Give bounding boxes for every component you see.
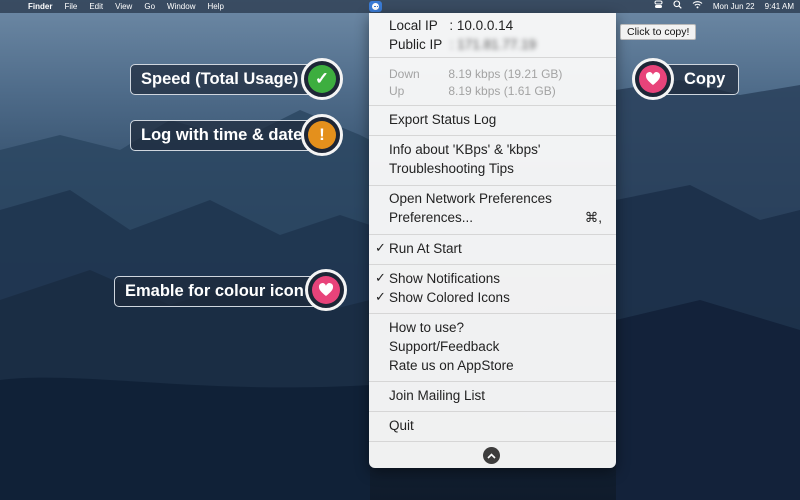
preferences-item[interactable]: Preferences...: [389, 210, 473, 225]
show-colored-icons-item[interactable]: Show Colored Icons: [389, 290, 510, 305]
up-row: Up 8.19 kbps (1.61 GB): [389, 84, 556, 98]
menu-bar: Finder File Edit View Go Window Help Mon…: [0, 0, 800, 13]
public-ip-value: : 171.81.77.19: [449, 37, 537, 52]
menubar-date[interactable]: Mon Jun 22: [713, 0, 755, 13]
export-log-item[interactable]: Export Status Log: [389, 112, 496, 127]
menu-file[interactable]: File: [58, 0, 83, 13]
heart-badge-icon: [305, 269, 347, 311]
help-section: How to use? Support/Feedback Rate us on …: [369, 314, 616, 382]
how-to-use-item[interactable]: How to use?: [389, 320, 464, 335]
callout-log: Log with time & date: [130, 120, 326, 151]
callout-speed: Speed (Total Usage): [130, 64, 326, 95]
run-at-start-check-icon: ✓: [375, 240, 386, 255]
check-badge-icon: ✓: [301, 58, 343, 100]
rate-us-item[interactable]: Rate us on AppStore: [389, 358, 514, 373]
heart-icon: [639, 65, 667, 93]
troubleshooting-item[interactable]: Troubleshooting Tips: [389, 161, 514, 176]
down-value: 8.19 kbps (19.21 GB): [448, 67, 563, 81]
local-ip-item[interactable]: Local IP : 10.0.0.14: [389, 18, 513, 33]
quit-section: Quit: [369, 412, 616, 442]
preferences-shortcut: ⌘,: [584, 210, 602, 225]
public-ip-item[interactable]: Public IP : 171.81.77.19: [389, 37, 536, 52]
wifi-icon[interactable]: [692, 0, 703, 13]
join-mailing-item[interactable]: Join Mailing List: [389, 388, 485, 403]
export-section: Export Status Log: [369, 106, 616, 136]
public-ip-label: Public IP: [389, 37, 443, 52]
mailing-section: Join Mailing List: [369, 382, 616, 412]
scroll-down-chevron-icon[interactable]: [483, 447, 500, 464]
menu-app-name[interactable]: Finder: [22, 0, 58, 13]
notifications-check-icon: ✓: [375, 270, 386, 285]
up-value: 8.19 kbps (1.61 GB): [448, 84, 556, 98]
network-menu: Local IP : 10.0.0.14 Public IP : 171.81.…: [369, 13, 616, 468]
menu-view[interactable]: View: [109, 0, 138, 13]
up-label: Up: [389, 84, 405, 98]
ip-section: Local IP : 10.0.0.14 Public IP : 171.81.…: [369, 13, 616, 58]
menu-help[interactable]: Help: [201, 0, 229, 13]
quit-item[interactable]: Quit: [389, 418, 414, 433]
callout-colour-icon: Emable for colour icon: [114, 276, 326, 307]
down-label: Down: [389, 67, 420, 81]
exclamation-icon: !: [308, 121, 336, 149]
info-kbps-item[interactable]: Info about 'KBps' & 'kbps': [389, 142, 540, 157]
speed-section: Down 8.19 kbps (19.21 GB) Up 8.19 kbps (…: [369, 58, 616, 106]
open-network-prefs-item[interactable]: Open Network Preferences: [389, 191, 552, 206]
menu-window[interactable]: Window: [161, 0, 201, 13]
copy-tooltip: Click to copy!: [620, 24, 697, 40]
menu-go[interactable]: Go: [138, 0, 161, 13]
support-feedback-item[interactable]: Support/Feedback: [389, 339, 499, 354]
down-row: Down 8.19 kbps (19.21 GB): [389, 67, 562, 81]
info-section: Info about 'KBps' & 'kbps' Troubleshooti…: [369, 136, 616, 186]
prefs-section: Open Network Preferences Preferences... …: [369, 186, 616, 235]
warning-badge-icon: !: [301, 114, 343, 156]
colored-icons-check-icon: ✓: [375, 289, 386, 304]
run-at-start-item[interactable]: Run At Start: [389, 241, 462, 256]
heart-badge-copy-icon: [632, 58, 674, 100]
show-notifications-item[interactable]: Show Notifications: [389, 271, 500, 286]
control-center-icon[interactable]: [654, 0, 663, 13]
check-icon: ✓: [308, 65, 336, 93]
local-ip-value: : 10.0.0.14: [449, 18, 514, 33]
menu-edit[interactable]: Edit: [83, 0, 109, 13]
search-icon[interactable]: [673, 0, 682, 13]
display-section: ✓ Show Notifications ✓ Show Colored Icon…: [369, 265, 616, 314]
startup-section: ✓ Run At Start: [369, 235, 616, 265]
heart-icon: [312, 276, 340, 304]
local-ip-label: Local IP: [389, 18, 438, 33]
menubar-time[interactable]: 9:41 AM: [765, 0, 794, 13]
network-monitor-icon[interactable]: [369, 1, 382, 12]
